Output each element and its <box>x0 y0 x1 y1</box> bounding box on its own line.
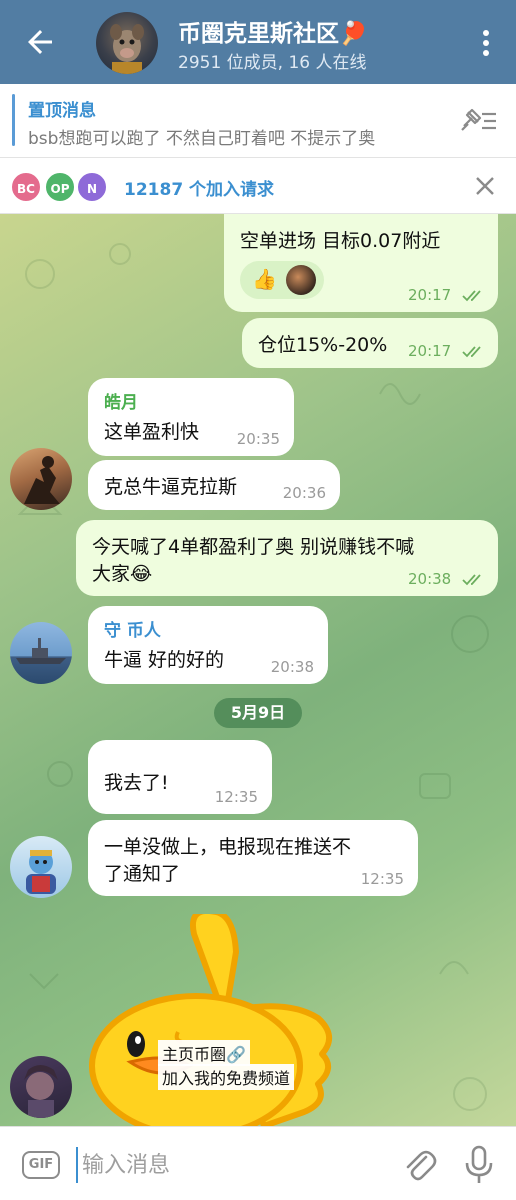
sender-avatar[interactable] <box>10 1056 72 1118</box>
join-requests-count: 12187 个加入请求 <box>124 180 275 200</box>
more-vert-icon[interactable] <box>480 28 492 58</box>
pinned-text: bsb想跑可以跑了 不然自己盯着吧 不提示了奥 <box>28 129 376 149</box>
message-text-line: 了通知了 <box>104 863 181 885</box>
sender-avatar[interactable] <box>10 836 72 898</box>
group-avatar[interactable] <box>96 12 158 74</box>
sender-avatar[interactable] <box>10 448 72 510</box>
message-time: 12:35 <box>360 870 404 888</box>
reactor-avatar <box>286 265 316 295</box>
message-time: 20:38 <box>408 570 486 588</box>
sender-avatar[interactable] <box>10 622 72 684</box>
pin-list-icon[interactable] <box>458 106 498 136</box>
message-text-line: 一单没做上，电报现在推送不 <box>104 836 352 858</box>
pinned-title: 置顶消息 <box>28 101 96 121</box>
pinned-message-bar[interactable]: 置顶消息 bsb想跑可以跑了 不然自己盯着吧 不提示了奥 <box>0 84 516 158</box>
message-input[interactable] <box>76 1147 366 1183</box>
chat-header: 币圈克里斯社区🏓 2951 位成员, 16 人在线 <box>0 0 516 84</box>
date-separator: 5月9日 <box>214 698 302 728</box>
message-time: 20:35 <box>236 430 280 448</box>
incoming-message[interactable]: 我去了! 12:35 <box>88 740 272 814</box>
thumbs-up-reaction-icon: 👍 <box>252 267 277 291</box>
incoming-message[interactable]: 一单没做上，电报现在推送不 了通知了 12:35 <box>88 820 418 896</box>
read-ticks-icon <box>462 345 481 357</box>
requester-avatar: OP <box>44 171 76 203</box>
sender-name[interactable]: 皓月 <box>104 388 278 413</box>
microphone-icon[interactable] <box>464 1145 494 1185</box>
join-requests-bar[interactable]: BC OP N 12187 个加入请求 <box>0 158 516 214</box>
requester-avatar: N <box>76 171 108 203</box>
sticker-caption-line: 主页币圈🔗 <box>158 1040 250 1066</box>
group-title[interactable]: 币圈克里斯社区🏓 <box>178 14 368 48</box>
message-text: 空单进场 目标0.07附近 <box>240 230 441 252</box>
read-ticks-icon <box>462 573 481 585</box>
close-icon[interactable] <box>474 175 496 197</box>
chat-area[interactable]: 空单进场 目标0.07附近 👍 20:17 仓位15%-20% 20:17 皓月… <box>0 214 516 1126</box>
message-time: 20:38 <box>270 658 314 676</box>
requester-avatar: BC <box>10 171 42 203</box>
back-arrow-icon[interactable] <box>22 24 58 60</box>
gif-button[interactable]: GIF <box>22 1151 60 1179</box>
reaction-chip[interactable]: 👍 <box>240 261 324 299</box>
message-text-line: 今天喊了4单都盈利了奥 别说赚钱不喊 <box>92 536 415 558</box>
read-ticks-icon <box>462 289 481 301</box>
message-time: 20:17 <box>408 286 486 304</box>
message-time: 12:35 <box>214 788 258 806</box>
incoming-message[interactable]: 克总牛逼克拉斯 20:36 <box>88 460 340 510</box>
sender-name[interactable]: 守 币人 <box>104 616 312 641</box>
outgoing-message[interactable]: 仓位15%-20% 20:17 <box>242 318 498 368</box>
duck-sticker[interactable]: 主页币圈🔗 加入我的免费频道 <box>86 908 386 1126</box>
paperclip-icon[interactable] <box>402 1147 438 1183</box>
member-count: 2951 位成员, 16 人在线 <box>178 53 367 73</box>
incoming-message[interactable]: 皓月 这单盈利快 20:35 <box>88 378 294 456</box>
incoming-message[interactable]: 守 币人 牛逼 好的好的 20:38 <box>88 606 328 684</box>
sticker-caption-line: 加入我的免费频道 <box>158 1064 295 1090</box>
message-time: 20:36 <box>282 484 326 502</box>
message-time: 20:17 <box>408 342 486 360</box>
pinned-indicator <box>12 94 15 146</box>
message-composer: GIF <box>0 1126 516 1200</box>
outgoing-message[interactable]: 空单进场 目标0.07附近 👍 20:17 <box>224 214 498 312</box>
outgoing-message[interactable]: 今天喊了4单都盈利了奥 别说赚钱不喊 大家😂 20:38 <box>76 520 498 596</box>
